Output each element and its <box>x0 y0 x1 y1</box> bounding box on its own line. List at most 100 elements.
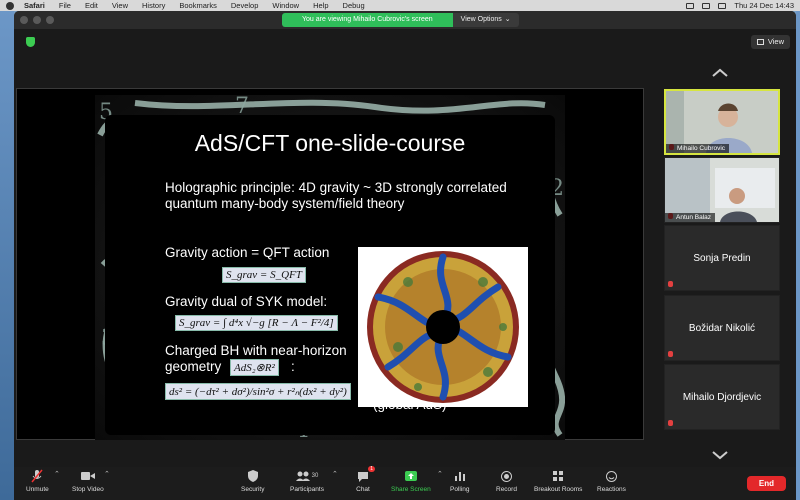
slide-title: AdS/CFT one-slide-course <box>194 130 466 156</box>
record-button[interactable]: Record <box>496 469 517 493</box>
participants-icon: 30 <box>294 469 320 483</box>
video-camera-icon <box>80 469 95 483</box>
title-bar: You are viewing Mihailo Cubrovic's scree… <box>14 11 796 29</box>
view-button[interactable]: View <box>750 35 790 49</box>
stop-video-button[interactable]: Stop Video <box>72 469 104 493</box>
view-options-label: View Options <box>460 16 502 23</box>
bar-chart-icon <box>453 469 467 483</box>
wifi-icon[interactable] <box>702 2 711 9</box>
scroll-up-icon[interactable] <box>711 68 729 78</box>
escher-circle-image <box>358 247 528 407</box>
polling-label: Polling <box>450 486 470 493</box>
chat-bubble-icon: 1 <box>356 466 375 483</box>
equation-metric: ds² = (−dτ² + dσ²)/sin²σ + r²ₙ(dx² + dy²… <box>165 383 351 400</box>
view-options-button[interactable]: View Options ⌄ <box>452 13 519 27</box>
shared-screen: 57 23 84 AdS/CFT one-slide-course Hologr… <box>16 88 644 440</box>
menu-file[interactable]: File <box>59 1 71 10</box>
unmute-label: Unmute <box>26 486 49 493</box>
participant-tile-mihailo-djordjevic[interactable]: Mihailo Djordjevic <box>664 364 780 430</box>
meeting-toolbar: Unmute ⌃ Stop Video ⌃ Security 30 Partic… <box>14 466 796 500</box>
breakout-rooms-button[interactable]: Breakout Rooms <box>534 469 582 493</box>
participants-options-caret[interactable]: ⌃ <box>332 470 338 478</box>
equation-action: S_grav = S_QFT <box>222 267 306 283</box>
menu-window[interactable]: Window <box>272 1 299 10</box>
polling-button[interactable]: Polling <box>450 469 470 493</box>
participant-tile-bozidar-nikolic[interactable]: Božidar Nikolić <box>664 295 780 361</box>
menu-develop[interactable]: Develop <box>231 1 259 10</box>
menu-help[interactable]: Help <box>313 1 328 10</box>
chat-label: Chat <box>356 486 370 493</box>
participant-name: Antun Balaz <box>665 213 716 222</box>
desktop-background-right <box>796 11 800 500</box>
menu-debug[interactable]: Debug <box>343 1 365 10</box>
video-options-caret[interactable]: ⌃ <box>104 470 110 478</box>
share-banner-text: You are viewing Mihailo Cubrovic's scree… <box>282 13 453 27</box>
menu-app-name[interactable]: Safari <box>24 1 45 10</box>
participant-tile-antun-balaz[interactable]: Antun Balaz <box>664 157 780 223</box>
menu-clock[interactable]: Thu 24 Dec 14:43 <box>734 1 794 10</box>
smiley-icon <box>604 469 618 483</box>
shield-icon <box>246 469 260 483</box>
grid-icon <box>756 39 764 45</box>
chat-unread-badge: 1 <box>368 466 375 472</box>
meeting-top-zone: View <box>14 29 796 61</box>
menu-bookmarks[interactable]: Bookmarks <box>179 1 217 10</box>
scroll-down-icon[interactable] <box>711 450 729 460</box>
participant-tile-sonja-predin[interactable]: Sonja Predin <box>664 225 780 291</box>
search-icon[interactable] <box>718 2 727 9</box>
mic-muted-icon <box>668 351 673 357</box>
end-meeting-button[interactable]: End <box>746 476 786 491</box>
menu-history[interactable]: History <box>142 1 165 10</box>
record-label: Record <box>496 486 517 493</box>
encryption-shield-icon[interactable] <box>26 37 35 47</box>
share-screen-icon <box>404 469 418 483</box>
reactions-button[interactable]: Reactions <box>597 469 626 493</box>
participant-name: Mihailo Cubrovic <box>666 144 730 153</box>
chat-button[interactable]: 1 Chat <box>356 466 375 493</box>
participants-button[interactable]: 30 Participants <box>290 469 324 493</box>
hyperbolic-disk-illustration <box>367 251 519 403</box>
mic-off-icon <box>30 469 44 483</box>
participant-name: Mihailo Djordjevic <box>682 391 762 403</box>
participants-count: 30 <box>311 473 319 479</box>
menu-edit[interactable]: Edit <box>85 1 98 10</box>
view-button-label: View <box>767 37 784 46</box>
slide-syk: Gravity dual of SYK model: <box>165 294 328 309</box>
minimize-window-icon[interactable] <box>33 16 41 24</box>
close-window-icon[interactable] <box>20 16 28 24</box>
battery-icon[interactable] <box>686 2 695 9</box>
slide-gravity-action: Gravity action = QFT action <box>165 245 330 260</box>
menu-bar: Safari File Edit View History Bookmarks … <box>0 0 800 11</box>
participant-name: Božidar Nikolić <box>688 322 756 334</box>
record-icon <box>499 469 513 483</box>
desktop-background <box>0 11 14 500</box>
share-options-caret[interactable]: ⌃ <box>437 470 443 478</box>
equation-syk: S_grav = ∫ d⁴x √−g [R − Λ − F²/4] <box>175 315 338 331</box>
unmute-button[interactable]: Unmute <box>26 469 49 493</box>
mic-muted-icon <box>668 420 673 426</box>
breakout-grid-icon <box>551 469 565 483</box>
participants-label: Participants <box>290 486 324 493</box>
zoom-window-icon[interactable] <box>46 16 54 24</box>
share-screen-button[interactable]: Share Screen <box>391 469 431 493</box>
zoom-window: You are viewing Mihailo Cubrovic's scree… <box>14 11 796 500</box>
participant-tile-mihailo-cubrovic[interactable]: Mihailo Cubrovic <box>664 89 780 155</box>
security-button[interactable]: Security <box>241 469 264 493</box>
slide-holographic-line2: quantum many-body system/field theory <box>165 196 405 211</box>
audio-options-caret[interactable]: ⌃ <box>54 470 60 478</box>
equation-geometry-colon: : <box>291 359 295 374</box>
reactions-label: Reactions <box>597 486 626 493</box>
menu-view[interactable]: View <box>112 1 128 10</box>
breakout-label: Breakout Rooms <box>534 486 583 493</box>
slide-geometry-label: geometry <box>165 359 222 374</box>
share-screen-label: Share Screen <box>391 486 431 493</box>
chevron-down-icon: ⌄ <box>504 16 511 23</box>
presentation-slide: 57 23 84 AdS/CFT one-slide-course Hologr… <box>95 95 565 440</box>
participant-name: Sonja Predin <box>693 252 751 264</box>
stop-video-label: Stop Video <box>72 486 104 493</box>
slide-holographic-line1: Holographic principle: 4D gravity ~ 3D s… <box>165 180 507 195</box>
slide-charged-bh: Charged BH with near-horizon <box>165 343 347 358</box>
equation-geometry: AdS₂⊗R² <box>230 359 279 376</box>
security-label: Security <box>241 486 265 493</box>
apple-icon[interactable] <box>6 1 14 10</box>
